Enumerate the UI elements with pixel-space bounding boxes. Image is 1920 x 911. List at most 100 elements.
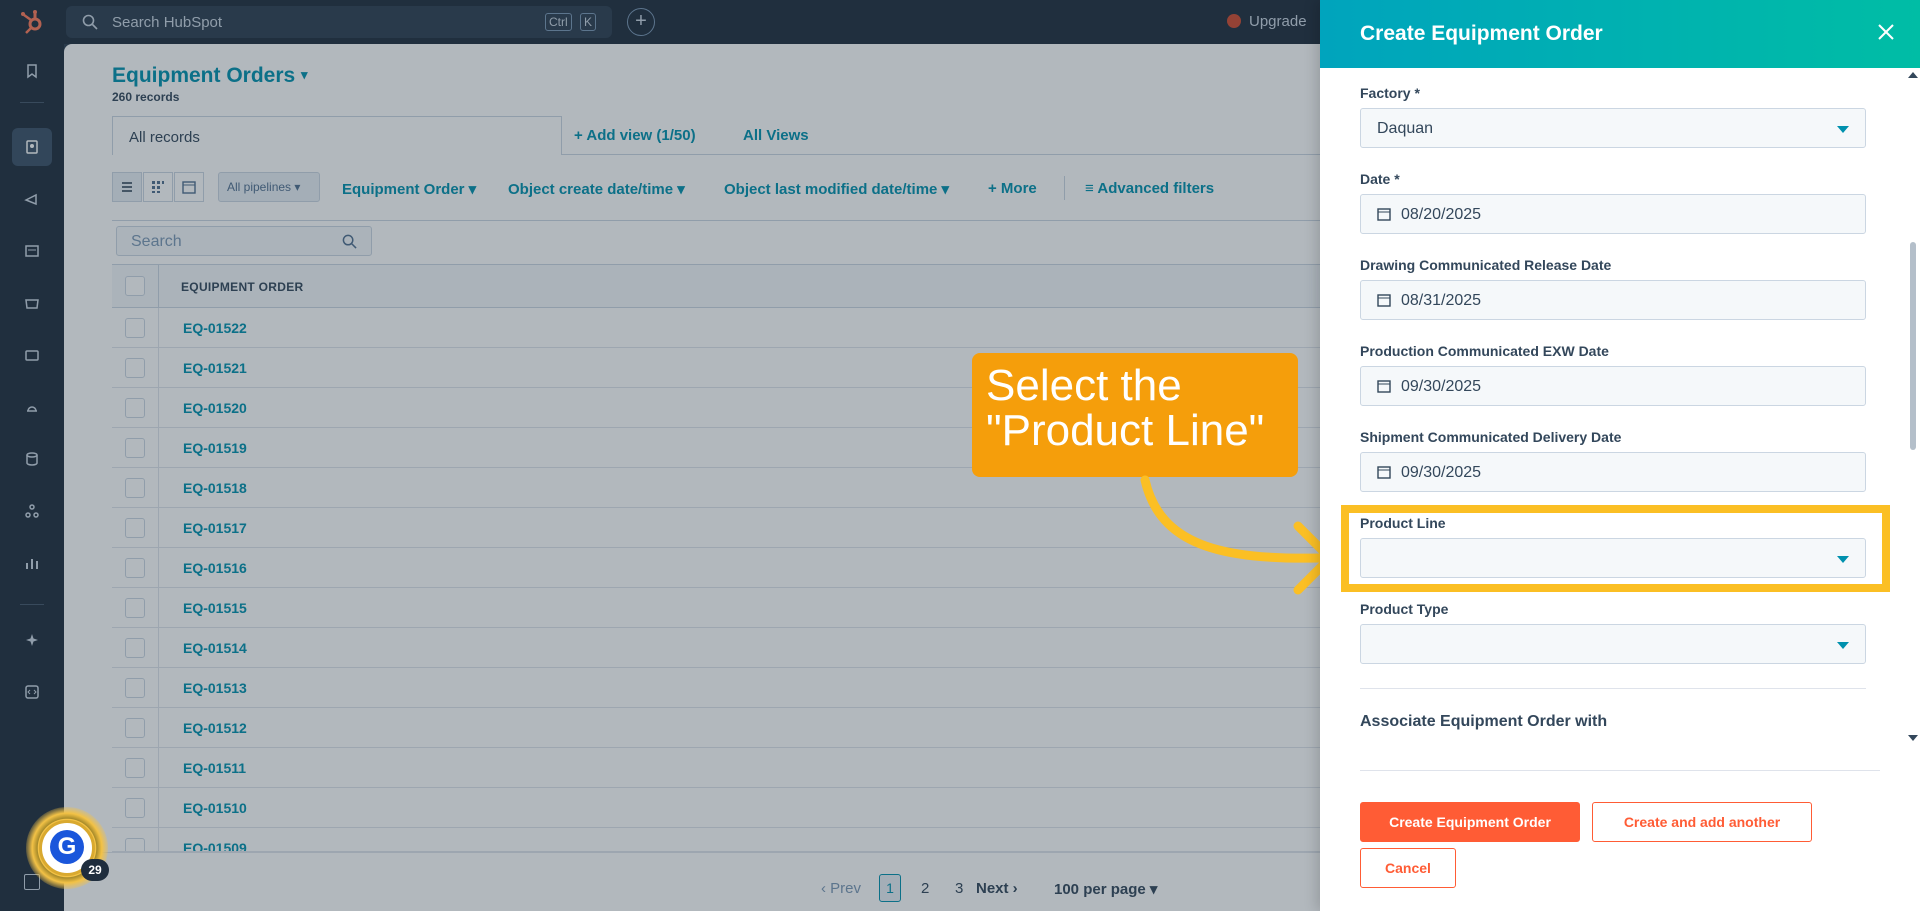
- record-link[interactable]: EQ-01518: [183, 480, 247, 496]
- scroll-up-arrow-icon[interactable]: [1908, 72, 1918, 78]
- record-link[interactable]: EQ-01514: [183, 640, 247, 656]
- row-checkbox[interactable]: [125, 678, 145, 698]
- create-record-button[interactable]: Create Equipment Order: [1360, 802, 1580, 842]
- reports-icon[interactable]: [20, 551, 44, 575]
- record-link[interactable]: EQ-01520: [183, 400, 247, 416]
- developer-code-icon[interactable]: [20, 680, 44, 704]
- board-view-button[interactable]: [143, 172, 173, 202]
- column-divider: [158, 708, 159, 747]
- close-icon[interactable]: [1876, 22, 1896, 42]
- ai-sparkle-icon[interactable]: [20, 628, 44, 652]
- prev-page-button[interactable]: ‹ Prev: [821, 880, 861, 897]
- product-type-select[interactable]: [1360, 624, 1866, 664]
- date-input[interactable]: 08/20/2025: [1360, 194, 1866, 234]
- column-divider: [158, 348, 159, 387]
- row-checkbox[interactable]: [125, 478, 145, 498]
- production-exw-value: 09/30/2025: [1401, 378, 1482, 395]
- scrollbar-thumb[interactable]: [1910, 242, 1916, 450]
- row-checkbox[interactable]: [125, 518, 145, 538]
- upgrade-link[interactable]: Upgrade: [1227, 13, 1307, 30]
- page-2-button[interactable]: 2: [921, 880, 929, 897]
- all-views-link[interactable]: All Views: [743, 127, 809, 144]
- row-checkbox[interactable]: [125, 558, 145, 578]
- workflows-icon[interactable]: [20, 499, 44, 523]
- global-search-input[interactable]: Search HubSpot Ctrl K: [66, 6, 612, 38]
- product-type-label: Product Type: [1360, 601, 1449, 617]
- select-all-checkbox[interactable]: [125, 276, 145, 296]
- record-link[interactable]: EQ-01516: [183, 560, 247, 576]
- record-link[interactable]: EQ-01512: [183, 720, 247, 736]
- create-and-add-another-button[interactable]: Create and add another: [1592, 802, 1812, 842]
- quick-create-button[interactable]: +: [627, 8, 655, 36]
- record-link[interactable]: EQ-01511: [183, 760, 246, 776]
- table-search-placeholder: Search: [131, 233, 182, 250]
- filter-equipment-order[interactable]: Equipment Order ▾: [342, 180, 476, 198]
- date-value: 08/20/2025: [1401, 206, 1482, 223]
- column-divider: [158, 265, 159, 307]
- record-link[interactable]: EQ-01519: [183, 440, 247, 456]
- search-icon: [342, 234, 357, 249]
- row-checkbox[interactable]: [125, 758, 145, 778]
- column-divider: [158, 468, 159, 507]
- contacts-icon[interactable]: [12, 128, 52, 166]
- record-link[interactable]: EQ-01522: [183, 320, 247, 336]
- row-checkbox[interactable]: [125, 398, 145, 418]
- object-title-dropdown[interactable]: Equipment Orders ▾: [112, 64, 308, 88]
- hubspot-logo-icon[interactable]: [18, 8, 46, 36]
- row-checkbox[interactable]: [125, 318, 145, 338]
- tab-all-records[interactable]: All records: [112, 116, 562, 155]
- wallet-icon[interactable]: [20, 343, 44, 367]
- column-header-equipment-order[interactable]: EQUIPMENT ORDER: [181, 280, 304, 294]
- page-3-button[interactable]: 3: [955, 880, 963, 897]
- assistant-badge[interactable]: G 29: [26, 807, 109, 889]
- product-line-select[interactable]: [1360, 538, 1866, 578]
- advanced-filters-label: Advanced filters: [1097, 180, 1215, 197]
- content-icon[interactable]: [20, 239, 44, 263]
- calendar-icon: [1377, 466, 1391, 479]
- list-icon: [122, 182, 132, 192]
- advanced-filters-button[interactable]: ≡ Advanced filters: [1085, 180, 1214, 197]
- cancel-button[interactable]: Cancel: [1360, 848, 1456, 888]
- factory-select[interactable]: Daquan: [1360, 108, 1866, 148]
- row-checkbox[interactable]: [125, 438, 145, 458]
- date-label: Date *: [1360, 171, 1400, 187]
- filter-modified-date[interactable]: Object last modified date/time ▾: [724, 180, 949, 198]
- row-checkbox[interactable]: [125, 598, 145, 618]
- service-bell-icon[interactable]: [20, 395, 44, 419]
- column-divider: [158, 508, 159, 547]
- database-icon[interactable]: [20, 447, 44, 471]
- table-search-input[interactable]: Search: [116, 226, 372, 256]
- prev-label: Prev: [830, 880, 862, 897]
- filter-create-date[interactable]: Object create date/time ▾: [508, 180, 685, 198]
- page-1-button[interactable]: 1: [879, 874, 901, 902]
- per-page-select[interactable]: 100 per page ▾: [1054, 880, 1157, 898]
- drawing-release-date-input[interactable]: 08/31/2025: [1360, 280, 1866, 320]
- record-link[interactable]: EQ-01509: [183, 840, 247, 851]
- row-checkbox[interactable]: [125, 718, 145, 738]
- table-view-button[interactable]: [112, 172, 142, 202]
- record-link[interactable]: EQ-01510: [183, 800, 247, 816]
- more-filters-button[interactable]: + More: [988, 180, 1037, 197]
- row-checkbox[interactable]: [125, 358, 145, 378]
- scroll-down-arrow-icon[interactable]: [1908, 735, 1918, 741]
- record-link[interactable]: EQ-01515: [183, 600, 247, 616]
- row-checkbox[interactable]: [125, 638, 145, 658]
- row-checkbox[interactable]: [125, 798, 145, 818]
- commerce-icon[interactable]: [20, 291, 44, 315]
- record-link[interactable]: EQ-01513: [183, 680, 247, 696]
- production-exw-date-input[interactable]: 09/30/2025: [1360, 366, 1866, 406]
- row-checkbox[interactable]: [125, 838, 145, 851]
- object-title: Equipment Orders: [112, 64, 296, 87]
- add-view-button[interactable]: + Add view (1/50): [574, 127, 696, 144]
- dropdown-arrow-icon: [1837, 642, 1849, 649]
- calendar-view-button[interactable]: [174, 172, 204, 202]
- column-divider: [158, 548, 159, 587]
- marketing-icon[interactable]: [20, 187, 44, 211]
- record-link[interactable]: EQ-01521: [183, 360, 247, 376]
- bookmark-icon[interactable]: [20, 59, 44, 83]
- next-page-button[interactable]: Next ›: [976, 880, 1018, 897]
- shipment-delivery-date-input[interactable]: 09/30/2025: [1360, 452, 1866, 492]
- record-link[interactable]: EQ-01517: [183, 520, 247, 536]
- column-divider: [158, 308, 159, 347]
- pipelines-select[interactable]: All pipelines ▾: [218, 172, 320, 202]
